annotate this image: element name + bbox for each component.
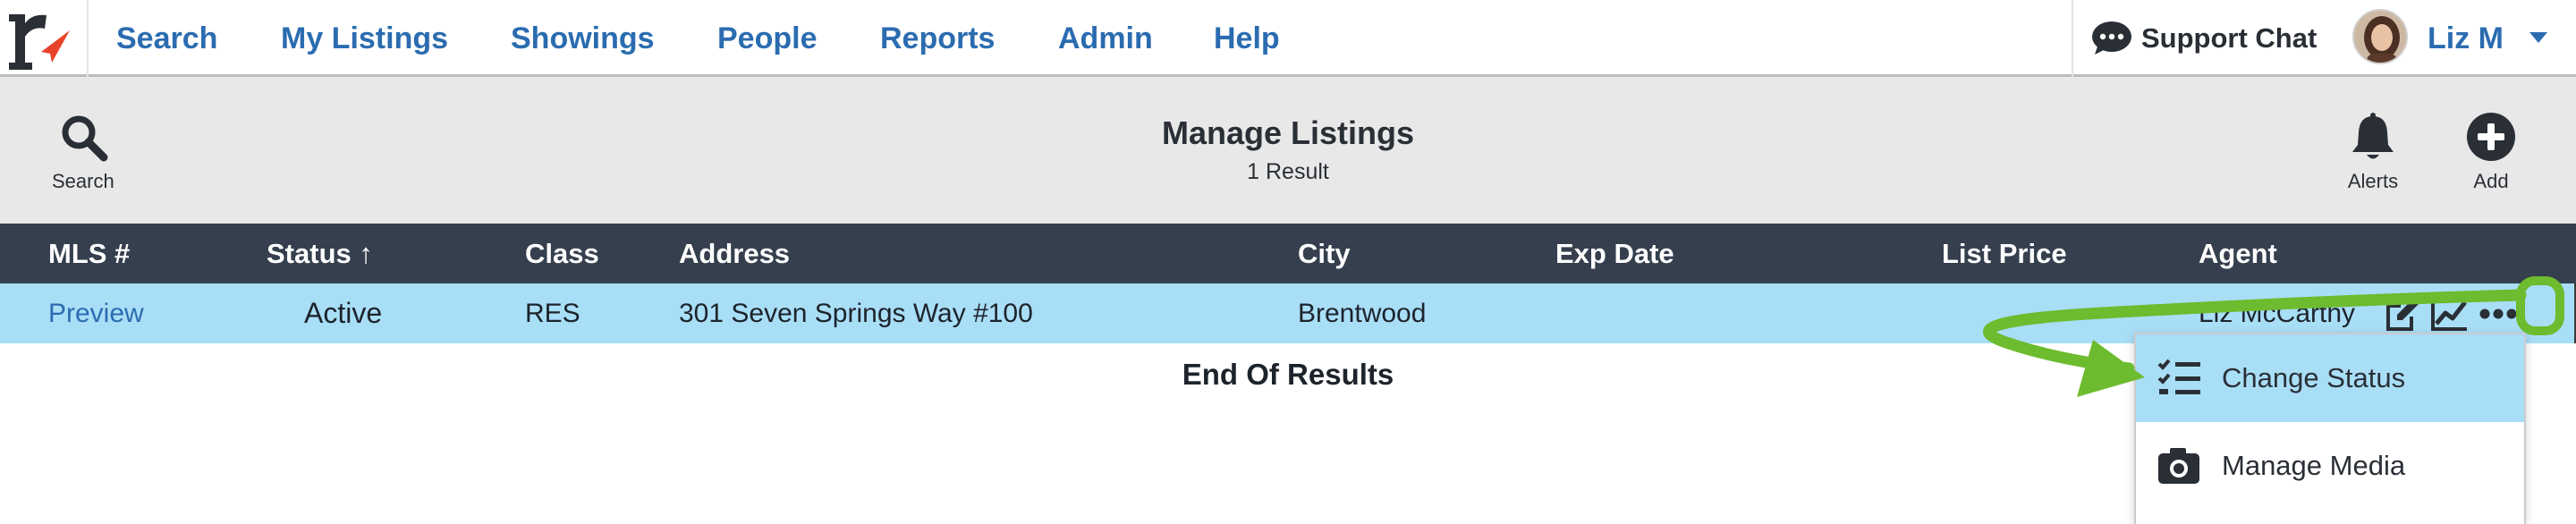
address-cell: 301 Seven Springs Way #100 bbox=[679, 299, 1033, 328]
row-actions-menu: Change Status Manage Media bbox=[2134, 333, 2526, 524]
top-navigation-bar: Search My Listings Showings People Repor… bbox=[0, 0, 2576, 77]
alerts-button[interactable]: Alerts bbox=[2347, 111, 2399, 193]
menu-label-manage-media: Manage Media bbox=[2222, 450, 2406, 481]
support-chat-button[interactable]: Support Chat bbox=[2089, 16, 2317, 61]
chart-line-icon[interactable] bbox=[2429, 295, 2469, 333]
checklist-icon bbox=[2157, 359, 2200, 394]
camera-icon bbox=[2158, 448, 2199, 484]
logo-icon[interactable] bbox=[5, 7, 73, 70]
avatar[interactable] bbox=[2352, 9, 2408, 64]
menu-label-change-status: Change Status bbox=[2222, 362, 2406, 393]
listings-toolbar: Search Manage Listings 1 Result Alerts A… bbox=[0, 77, 2576, 224]
column-header-list-price[interactable]: List Price bbox=[1942, 224, 2067, 283]
alerts-label: Alerts bbox=[2347, 170, 2399, 192]
support-chat-label: Support Chat bbox=[2141, 22, 2318, 54]
nav-people[interactable]: People bbox=[717, 20, 817, 57]
class-cell: RES bbox=[525, 299, 580, 328]
chat-bubble-icon bbox=[2092, 21, 2131, 55]
nav-search[interactable]: Search bbox=[116, 20, 217, 57]
column-header-mls[interactable]: MLS # bbox=[48, 224, 130, 283]
nav-admin[interactable]: Admin bbox=[1058, 20, 1153, 57]
nav-my-listings[interactable]: My Listings bbox=[281, 20, 448, 57]
add-label: Add bbox=[2473, 170, 2509, 192]
table-header: MLS # Status ↑ Class Address City Exp Da… bbox=[0, 224, 2576, 283]
chevron-down-icon[interactable] bbox=[2528, 29, 2549, 46]
result-count: 1 Result bbox=[1247, 159, 1329, 184]
column-header-status[interactable]: Status ↑ bbox=[267, 224, 373, 283]
nav-right-divider bbox=[2072, 0, 2073, 77]
menu-item-change-status[interactable]: Change Status bbox=[2136, 334, 2524, 422]
more-options-icon[interactable] bbox=[2476, 295, 2521, 333]
menu-item-manage-media[interactable]: Manage Media bbox=[2136, 422, 2524, 510]
logo-divider bbox=[87, 0, 89, 77]
bell-icon bbox=[2352, 113, 2394, 159]
preview-link[interactable]: Preview bbox=[48, 283, 144, 343]
column-header-address[interactable]: Address bbox=[679, 224, 790, 283]
add-button[interactable]: Add bbox=[2465, 111, 2517, 193]
nav-reports[interactable]: Reports bbox=[880, 20, 995, 57]
edit-icon[interactable] bbox=[2383, 295, 2422, 333]
column-header-agent[interactable]: Agent bbox=[2199, 224, 2277, 283]
user-menu-name[interactable]: Liz M bbox=[2428, 20, 2504, 57]
column-header-city[interactable]: City bbox=[1298, 224, 1351, 283]
plus-circle-icon bbox=[2467, 113, 2515, 161]
column-header-exp-date[interactable]: Exp Date bbox=[1555, 224, 1674, 283]
city-cell: Brentwood bbox=[1298, 299, 1427, 328]
row-actions bbox=[2383, 295, 2521, 333]
column-header-class[interactable]: Class bbox=[525, 224, 599, 283]
page-title: Manage Listings bbox=[1161, 114, 1415, 151]
nav-showings[interactable]: Showings bbox=[511, 20, 655, 57]
status-cell: Active bbox=[304, 297, 383, 329]
nav-help[interactable]: Help bbox=[1214, 20, 1280, 57]
